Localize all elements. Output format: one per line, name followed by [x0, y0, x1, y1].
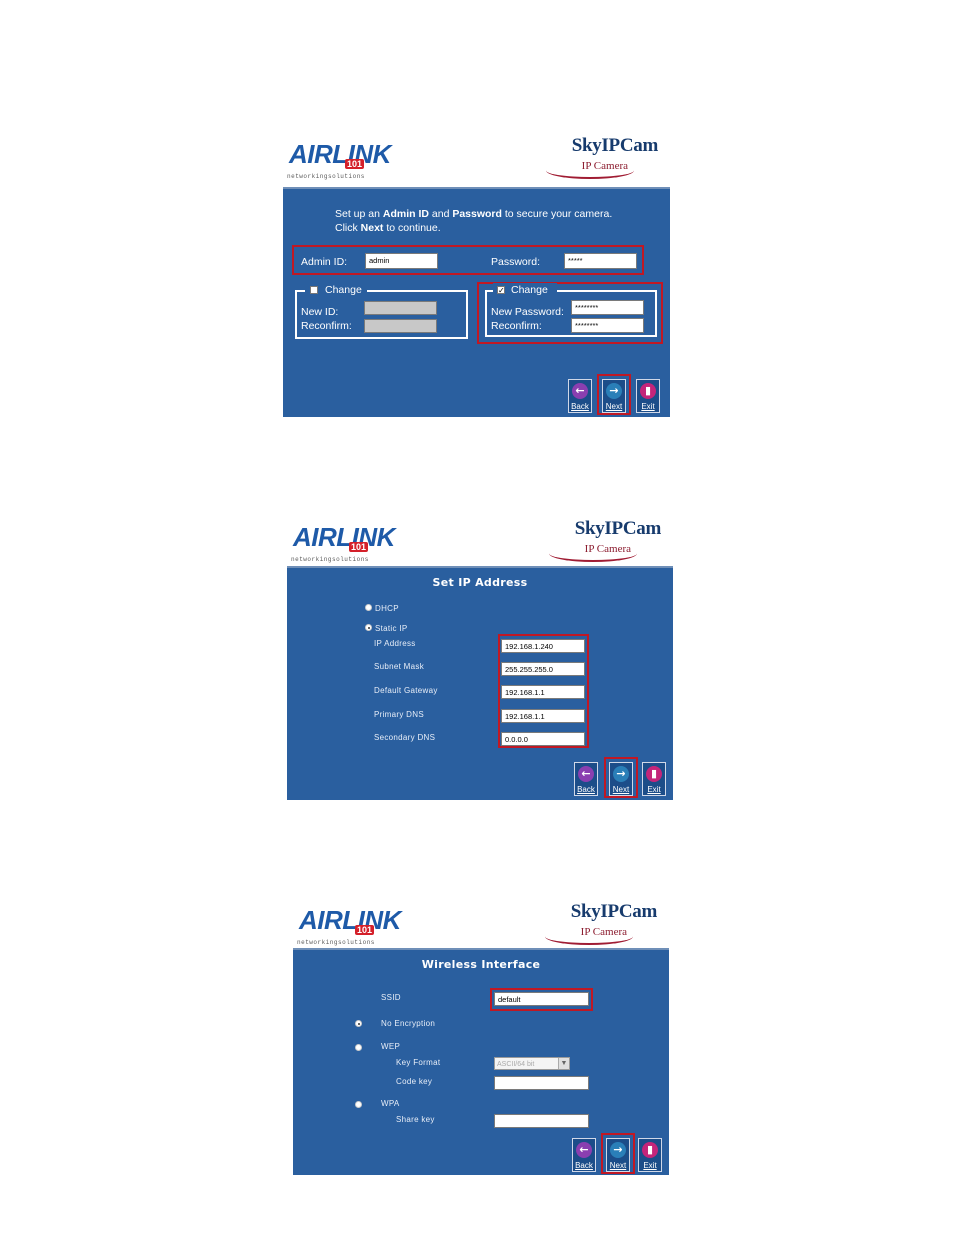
change-id-checkbox[interactable]: [310, 286, 318, 294]
next-button[interactable]: → Next: [602, 379, 626, 413]
intro-line-1: Set up an Admin ID and Password to secur…: [335, 208, 613, 220]
wireless-title: Wireless Interface: [421, 958, 541, 971]
back-arrow-icon: ←: [572, 383, 588, 399]
ip-address-input[interactable]: 192.168.1.240: [501, 639, 585, 653]
change-password-label: Change: [511, 284, 548, 296]
password-label: Password:: [491, 256, 541, 268]
ip-address-panel: AIRLINK 101 networkingsolutions SkyIPCam…: [287, 510, 673, 800]
code-key-input[interactable]: [494, 1076, 589, 1090]
airlink-logo: AIRLINK 101 networkingsolutions: [297, 905, 401, 946]
next-button[interactable]: → Next: [609, 762, 633, 796]
exit-button[interactable]: ▮ Exit: [642, 762, 666, 796]
wep-radio[interactable]: [355, 1044, 362, 1051]
next-arrow-icon: →: [610, 1142, 626, 1158]
default-gateway-input[interactable]: 192.168.1.1: [501, 685, 585, 699]
exit-door-icon: ▮: [642, 1142, 658, 1158]
subnet-mask-input[interactable]: 255.255.255.0: [501, 662, 585, 676]
change-id-label: Change: [325, 284, 362, 296]
default-gateway-label: Default Gateway: [374, 686, 438, 695]
exit-door-icon: ▮: [640, 383, 656, 399]
secondary-dns-label: Secondary DNS: [374, 733, 436, 742]
ip-address-label: IP Address: [374, 639, 416, 648]
next-arrow-icon: →: [613, 766, 629, 782]
chevron-down-icon: ▼: [558, 1058, 569, 1069]
exit-door-icon: ▮: [646, 766, 662, 782]
intro-line-2: Click Next to continue.: [335, 222, 441, 234]
primary-dns-label: Primary DNS: [374, 710, 424, 719]
key-format-select[interactable]: ASCII/64 bit ▼: [494, 1057, 570, 1070]
static-ip-radio[interactable]: [365, 624, 372, 631]
dhcp-radio[interactable]: [365, 604, 372, 611]
ssid-input[interactable]: default: [494, 992, 589, 1006]
panel-header: AIRLINK 101 networkingsolutions SkyIPCam…: [283, 127, 670, 187]
logo-number: 101: [345, 159, 365, 169]
exit-button[interactable]: ▮ Exit: [636, 379, 660, 413]
airlink-logo: AIRLINK 101 networkingsolutions: [287, 135, 397, 180]
new-id-input[interactable]: [364, 301, 437, 315]
no-encryption-radio[interactable]: [355, 1020, 362, 1027]
skyipcam-brand: SkyIPCam IP Camera: [537, 901, 657, 945]
reconfirm-id-input[interactable]: [364, 319, 437, 333]
wpa-label: WPA: [381, 1099, 400, 1108]
change-password-checkbox[interactable]: ✓: [497, 286, 505, 295]
password-input[interactable]: *****: [564, 253, 637, 269]
new-id-label: New ID:: [301, 306, 339, 318]
header-divider: [283, 187, 670, 189]
next-arrow-icon: →: [606, 383, 622, 399]
reconfirm-password-label: Reconfirm:: [491, 320, 542, 332]
static-ip-label: Static IP: [375, 624, 408, 633]
primary-dns-input[interactable]: 192.168.1.1: [501, 709, 585, 723]
back-button[interactable]: ← Back: [572, 1138, 596, 1172]
logo-tagline: networkingsolutions: [287, 173, 365, 180]
back-arrow-icon: ←: [578, 766, 594, 782]
code-key-label: Code key: [396, 1077, 433, 1086]
admin-id-label: Admin ID:: [301, 256, 348, 268]
new-password-input[interactable]: ********: [571, 300, 644, 315]
logo-text: AIRLINK: [289, 139, 391, 169]
header-divider: [287, 566, 673, 568]
skyipcam-brand: SkyIPCam IP Camera: [541, 518, 661, 562]
subnet-mask-label: Subnet Mask: [374, 662, 424, 671]
no-encryption-label: No Encryption: [381, 1019, 436, 1028]
brand-name: SkyIPCam: [571, 135, 659, 156]
ssid-label: SSID: [381, 993, 401, 1002]
panel-header: AIRLINK 101 networkingsolutions SkyIPCam…: [287, 510, 673, 566]
share-key-label: Share key: [396, 1115, 435, 1124]
new-password-label: New Password:: [491, 306, 564, 318]
airlink-logo: AIRLINK 101 networkingsolutions: [291, 522, 395, 563]
wpa-radio[interactable]: [355, 1101, 362, 1108]
next-button[interactable]: → Next: [606, 1138, 630, 1172]
reconfirm-id-label: Reconfirm:: [301, 320, 352, 332]
secondary-dns-input[interactable]: 0.0.0.0: [501, 732, 585, 746]
back-button[interactable]: ← Back: [574, 762, 598, 796]
back-button[interactable]: ← Back: [568, 379, 592, 413]
admin-id-input[interactable]: admin: [365, 253, 438, 269]
wireless-panel: AIRLINK 101 networkingsolutions SkyIPCam…: [293, 893, 669, 1175]
skyipcam-brand: SkyIPCam IP Camera: [538, 135, 658, 179]
header-divider: [293, 948, 669, 950]
wep-label: WEP: [381, 1042, 401, 1051]
key-format-label: Key Format: [396, 1058, 441, 1067]
dhcp-label: DHCP: [375, 604, 399, 613]
reconfirm-password-input[interactable]: ********: [571, 318, 644, 333]
admin-setup-panel: AIRLINK 101 networkingsolutions SkyIPCam…: [283, 127, 670, 417]
back-arrow-icon: ←: [576, 1142, 592, 1158]
brand-subtitle: IP Camera: [581, 160, 628, 172]
exit-button[interactable]: ▮ Exit: [638, 1138, 662, 1172]
ip-title: Set IP Address: [432, 576, 528, 589]
panel-header: AIRLINK 101 networkingsolutions SkyIPCam…: [293, 893, 669, 948]
share-key-input[interactable]: [494, 1114, 589, 1128]
